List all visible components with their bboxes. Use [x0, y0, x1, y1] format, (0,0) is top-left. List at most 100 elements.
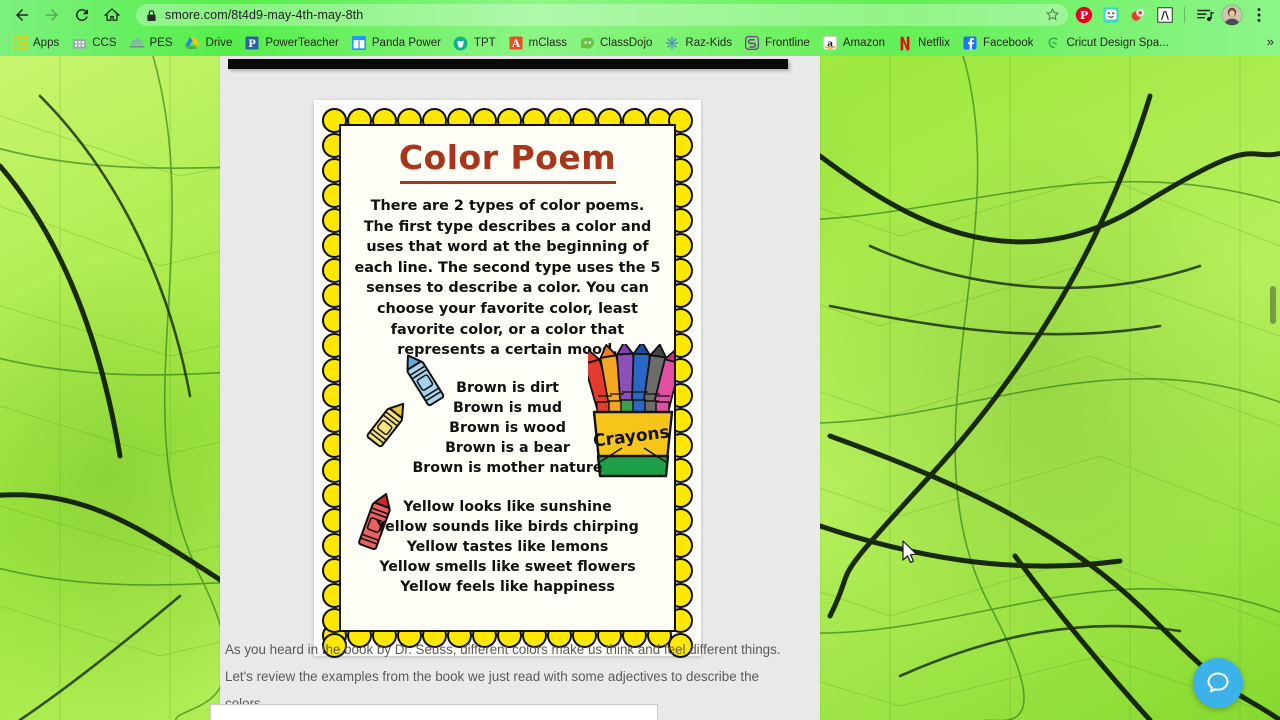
mclass-icon: A [508, 35, 524, 51]
bookmark-ccs[interactable]: CCS [65, 33, 122, 53]
bottom-white-panel [210, 704, 658, 720]
bookmark-pes[interactable]: PES [123, 33, 179, 53]
bookmark-label: Cricut Design Spa... [1066, 37, 1169, 49]
back-arrow-icon [16, 9, 28, 21]
bookmark-facebook[interactable]: Facebook [956, 33, 1040, 53]
brown-stanza: Brown is dirt Brown is mud Brown is wood… [341, 378, 674, 478]
poster-title: Color Poem [398, 138, 617, 177]
color-poem-poster[interactable]: Color Poem There are 2 types of color po… [314, 100, 701, 658]
stanza-line: Yellow tastes like lemons [406, 538, 609, 555]
svg-text:A: A [510, 37, 520, 50]
amazon-icon: a [822, 35, 838, 51]
extension-adblock[interactable]: /\ [1152, 2, 1178, 28]
bookmark-amazon[interactable]: a Amazon [816, 33, 891, 53]
toolbar-divider [1184, 7, 1185, 23]
bookmark-label: PowerTeacher [265, 37, 339, 49]
back-button[interactable] [8, 1, 36, 29]
raz-kids-icon [664, 35, 680, 51]
powerteacher-icon: P [244, 35, 260, 51]
school-icon [129, 35, 145, 51]
bookmark-label: Raz-Kids [685, 37, 733, 49]
bookmark-label: Apps [33, 37, 60, 49]
reload-button[interactable] [68, 1, 96, 29]
facebook-icon [962, 35, 978, 51]
bookmark-drive[interactable]: Drive [179, 33, 239, 53]
mouse-cursor [902, 540, 918, 563]
smore-content-column: Color Poem There are 2 types of color po… [220, 56, 820, 720]
media-controls-button[interactable] [1192, 2, 1218, 28]
profile-avatar[interactable] [1219, 2, 1245, 28]
browser-chrome: smore.com/8t4d9-may-4th-may-8th P /\ App… [0, 0, 1280, 56]
apps-grid-icon [12, 35, 28, 51]
page-viewport: Color Poem There are 2 types of color po… [0, 56, 1280, 720]
bookmark-cricut-design-space[interactable]: Cricut Design Spa... [1039, 33, 1174, 53]
extension-pinterest[interactable]: P [1071, 2, 1097, 28]
bookmark-label: PES [149, 37, 173, 49]
adblock-icon: /\ [1157, 7, 1173, 23]
google-drive-icon [185, 35, 201, 51]
extension-emoji[interactable] [1098, 2, 1124, 28]
stanza-line: Brown is wood [449, 419, 566, 436]
home-icon [103, 8, 121, 21]
bookmark-label: Frontline [765, 37, 810, 49]
bookmark-label: Drive [205, 37, 233, 49]
cricut-icon [1045, 35, 1061, 51]
smiley-extension-icon [1103, 7, 1119, 23]
bookmark-label: Facebook [982, 37, 1034, 49]
pinterest-icon: P [1075, 6, 1093, 24]
forward-button[interactable] [38, 1, 66, 29]
bookmark-netflix[interactable]: Netflix [891, 33, 956, 53]
bookmark-tpt[interactable]: TPT [447, 33, 502, 53]
poster-inner-panel: Color Poem There are 2 types of color po… [339, 124, 676, 632]
svg-text:P: P [1080, 9, 1088, 22]
bookmark-label: Netflix [918, 37, 950, 49]
home-button[interactable] [98, 1, 126, 29]
stanza-line: Brown is dirt [456, 379, 559, 396]
bookmark-star-icon[interactable] [1045, 7, 1060, 27]
stanza-line: Yellow feels like happiness [400, 578, 615, 595]
panda-power-icon [351, 35, 367, 51]
bookmark-label: CCS [92, 37, 117, 49]
bookmark-raz-kids[interactable]: Raz-Kids [658, 33, 738, 53]
bookmarks-overflow-button[interactable]: » [1267, 34, 1274, 49]
extension-pocket[interactable] [1125, 2, 1151, 28]
classdojo-icon [579, 35, 595, 51]
avatar [1221, 4, 1243, 26]
address-bar[interactable]: smore.com/8t4d9-may-4th-may-8th [136, 4, 1068, 26]
frontline-icon [744, 35, 760, 51]
bookmark-apps[interactable]: Apps [6, 33, 65, 53]
building-icon [71, 35, 87, 51]
svg-text:/\: /\ [1161, 9, 1169, 22]
chrome-menu-button[interactable] [1246, 2, 1272, 28]
bookmarks-bar: Apps CCS PES Drive P PowerTeacher Panda … [0, 30, 1280, 56]
stanza-line: Yellow smells like sweet flowers [379, 558, 636, 575]
title-underline [399, 181, 616, 184]
stanza-line: Brown is mother nature [412, 459, 603, 476]
forward-arrow-icon [46, 9, 58, 21]
svg-text:P: P [249, 39, 257, 50]
stanza-line: Yellow sounds like birds chirping [376, 518, 639, 535]
poster-intro-text: There are 2 types of color poems. The fi… [354, 198, 661, 359]
page-scrollbar-thumb[interactable] [1270, 286, 1276, 324]
stanza-line: Brown is a bear [445, 439, 570, 456]
bookmark-label: Amazon [842, 37, 886, 49]
media-list-icon [1197, 9, 1215, 22]
netflix-icon [897, 35, 913, 51]
bookmark-label: Panda Power [371, 37, 441, 49]
speech-bubble-icon [1207, 672, 1229, 693]
browser-toolbar: smore.com/8t4d9-may-4th-may-8th P /\ [0, 0, 1280, 30]
bookmark-mclass[interactable]: A mClass [502, 33, 573, 53]
bookmark-frontline[interactable]: Frontline [738, 33, 816, 53]
teachers-pay-teachers-icon [453, 35, 469, 51]
stanza-line: Brown is mud [453, 399, 562, 416]
bookmark-label: TPT [473, 37, 496, 49]
bookmark-label: mClass [528, 37, 567, 49]
stanza-line: Yellow looks like sunshine [403, 498, 612, 515]
bookmark-panda-power[interactable]: Panda Power [345, 33, 447, 53]
bookmark-classdojo[interactable]: ClassDojo [573, 33, 658, 53]
lock-icon [146, 9, 157, 22]
pocket-icon [1131, 8, 1145, 21]
help-chat-bubble-button[interactable] [1193, 658, 1243, 708]
bookmark-powerteacher[interactable]: P PowerTeacher [238, 33, 345, 53]
bookmark-label: ClassDojo [600, 37, 653, 49]
